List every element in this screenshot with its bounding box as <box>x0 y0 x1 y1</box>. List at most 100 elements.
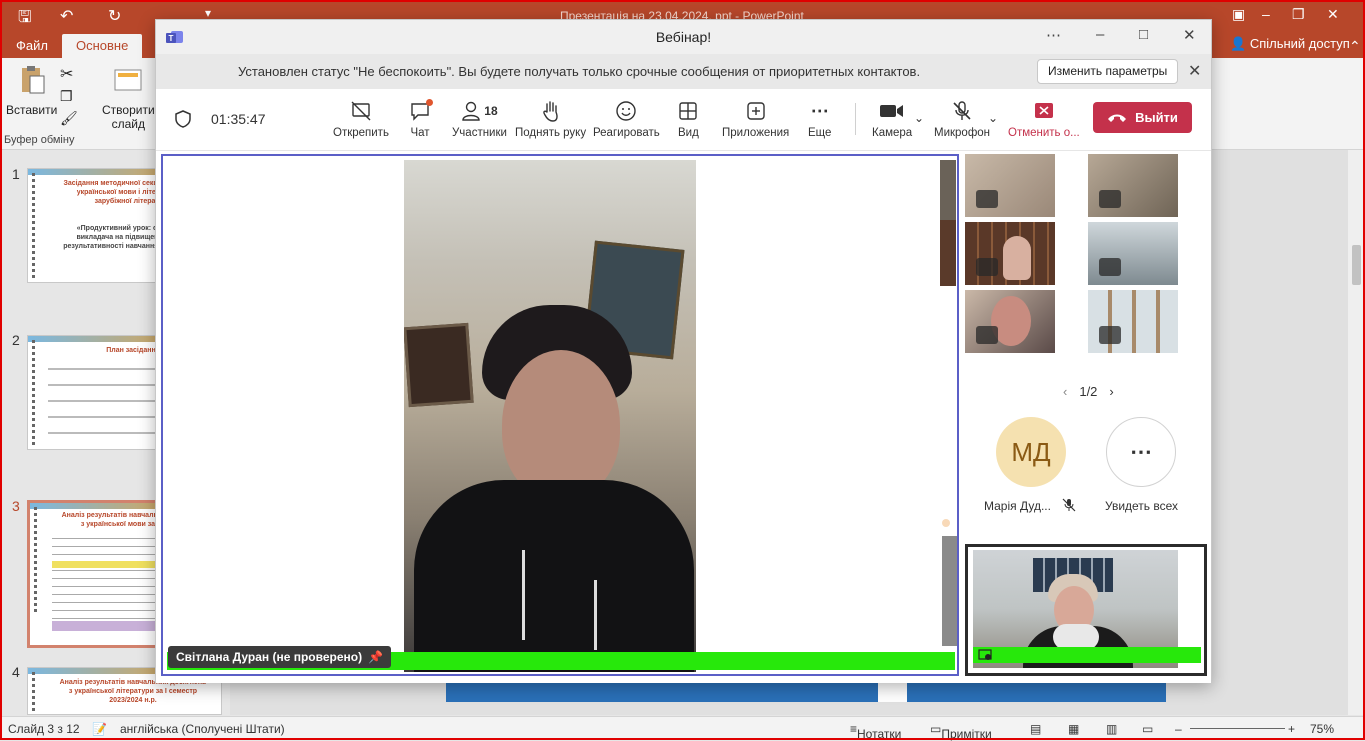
teams-titlebar: T Вебінар! ⋯ – □ ✕ <box>156 20 1211 54</box>
restore-icon[interactable]: ❐ <box>1292 6 1305 23</box>
close-icon[interactable]: ✕ <box>1183 26 1196 44</box>
participant-tile[interactable] <box>965 154 1055 217</box>
thumb-number: 2 <box>12 332 20 348</box>
chevron-right-icon[interactable]: › <box>1109 384 1113 399</box>
participant-tile[interactable] <box>1088 290 1178 353</box>
apps-button[interactable]: Приложения <box>722 99 789 139</box>
react-button[interactable]: Реагировать <box>593 99 660 139</box>
paste-label: Вставити <box>6 103 58 117</box>
normal-view-icon[interactable]: ▤ <box>1030 722 1041 736</box>
speaker-name: Світлана Дуран (не проверено) <box>176 650 363 664</box>
zoom-slider[interactable] <box>1190 728 1285 729</box>
slide-counter: Слайд 3 з 12 <box>8 722 80 736</box>
format-painter-icon[interactable]: 🖌 <box>60 110 78 127</box>
participant-pager: ‹ 1/2 › <box>1051 384 1126 399</box>
clipboard-group-label: Буфер обміну <box>4 134 75 146</box>
mic-off-icon <box>1062 498 1076 512</box>
zoom-level[interactable]: 75% <box>1310 722 1334 736</box>
mic-off-icon <box>934 99 990 123</box>
leave-button[interactable]: Выйти <box>1093 102 1192 133</box>
self-view-video[interactable] <box>965 544 1207 676</box>
more-button[interactable]: ⋯ Еще <box>808 99 832 140</box>
react-label: Реагировать <box>593 127 660 139</box>
shield-icon[interactable] <box>175 110 191 128</box>
speaker-video-feed <box>404 160 696 672</box>
chat-label: Чат <box>410 127 430 139</box>
new-slide-icon <box>114 69 142 91</box>
see-all-button[interactable]: ⋯ <box>1106 417 1176 487</box>
close-icon[interactable]: ✕ <box>1327 6 1339 23</box>
reading-view-icon[interactable]: ▥ <box>1106 722 1117 736</box>
notes-button[interactable]: ≡ Нотатки <box>850 722 901 741</box>
change-settings-button[interactable]: Изменить параметры <box>1037 59 1179 84</box>
zoom-in-icon[interactable]: + <box>1288 722 1295 736</box>
apps-label: Приложения <box>722 127 790 139</box>
redo-icon[interactable]: ↻ <box>108 6 121 26</box>
speaker-body <box>414 480 694 672</box>
unpin-button[interactable]: Открепить <box>333 99 389 139</box>
share-button[interactable]: 👤 Спільний доступ <box>1230 36 1350 52</box>
new-slide-label: Створити <box>102 103 155 117</box>
paste-button[interactable]: Вставити <box>6 64 57 117</box>
cancel-button[interactable]: Отменить о... <box>1008 99 1080 139</box>
maximize-icon[interactable]: □ <box>1139 26 1148 43</box>
thumb-number: 4 <box>12 664 20 680</box>
undo-icon[interactable]: ↶ <box>60 6 73 26</box>
avatar-name: Марія Дуд... <box>984 499 1051 513</box>
avatar[interactable]: МД <box>996 417 1066 487</box>
mic-options-chevron-icon[interactable]: ⌄ <box>988 111 998 125</box>
video-edge-slice <box>940 160 956 220</box>
mic-off-icon <box>1099 326 1121 344</box>
ppt-status-bar: Слайд 3 з 12 📝 англійська (Сполучені Шта… <box>0 716 1365 741</box>
chat-button[interactable]: Чат <box>409 99 433 139</box>
language-status[interactable]: англійська (Сполучені Штати) <box>120 722 285 736</box>
camera-options-chevron-icon[interactable]: ⌄ <box>914 111 924 125</box>
mic-off-icon <box>1099 190 1121 208</box>
view-button[interactable]: Вид <box>678 99 699 139</box>
chevron-left-icon[interactable]: ‹ <box>1063 384 1067 399</box>
more-options-icon[interactable]: ⋯ <box>1046 26 1061 44</box>
meeting-stage: Світлана Дуран (не проверено) 📌 ‹ 1/2 › МД … <box>156 152 1211 683</box>
dnd-banner: Установлен статус "Не беспокоить". Вы бу… <box>156 54 1211 89</box>
smiley-icon <box>593 99 660 123</box>
participant-tile[interactable] <box>1088 222 1178 285</box>
scrollbar-thumb[interactable] <box>1352 245 1361 285</box>
zoom-out-icon[interactable]: – <box>1175 722 1182 736</box>
camera-button[interactable]: Камера <box>872 99 912 139</box>
teams-meeting-window: T Вебінар! ⋯ – □ ✕ Установлен статус "Не… <box>155 19 1212 683</box>
chevron-up-icon[interactable]: ⌃ <box>1349 38 1361 55</box>
minimize-icon[interactable]: – <box>1096 26 1104 43</box>
close-banner-icon[interactable]: ✕ <box>1188 61 1201 81</box>
save-icon[interactable]: 🖫 <box>18 6 32 33</box>
participant-tile[interactable] <box>965 290 1055 353</box>
main-speaker-video[interactable]: Світлана Дуран (не проверено) 📌 <box>161 154 959 676</box>
reaction-dot <box>942 519 950 527</box>
comments-button[interactable]: ▭ Примітки <box>930 722 992 741</box>
minimize-icon[interactable]: – <box>1262 6 1270 22</box>
ribbon-display-icon[interactable]: ▣ <box>1232 6 1245 23</box>
participants-button[interactable]: 18 Участники <box>452 99 507 139</box>
customize-qa-icon[interactable]: ▾ <box>205 6 211 20</box>
leave-label: Выйти <box>1135 110 1178 125</box>
raise-hand-button[interactable]: Поднять руку <box>515 99 586 139</box>
tab-file[interactable]: Файл <box>16 38 48 53</box>
tab-home[interactable]: Основне <box>62 34 143 59</box>
mic-off-icon <box>976 190 998 208</box>
wall-painting <box>404 322 474 408</box>
vertical-scrollbar[interactable] <box>1348 150 1365 715</box>
video-edge-slice <box>940 220 956 286</box>
participant-tile[interactable] <box>1088 154 1178 217</box>
participant-tile[interactable] <box>965 222 1055 285</box>
cut-icon[interactable]: ✂ <box>60 64 73 84</box>
new-slide-button[interactable]: Створити слайд <box>102 64 155 131</box>
new-slide-label-2: слайд <box>111 117 146 131</box>
cancel-label: Отменить о... <box>1008 127 1080 139</box>
copy-icon[interactable]: ❐ <box>60 88 73 105</box>
more-icon: ⋯ <box>810 100 829 121</box>
pin-icon[interactable]: 📌 <box>368 650 383 664</box>
spell-check-icon[interactable]: 📝 <box>92 722 107 736</box>
microphone-button[interactable]: Микрофон <box>934 99 990 139</box>
more-label: Еще <box>808 127 832 139</box>
slideshow-icon[interactable]: ▭ <box>1142 722 1153 736</box>
slide-sorter-icon[interactable]: ▦ <box>1068 722 1079 736</box>
